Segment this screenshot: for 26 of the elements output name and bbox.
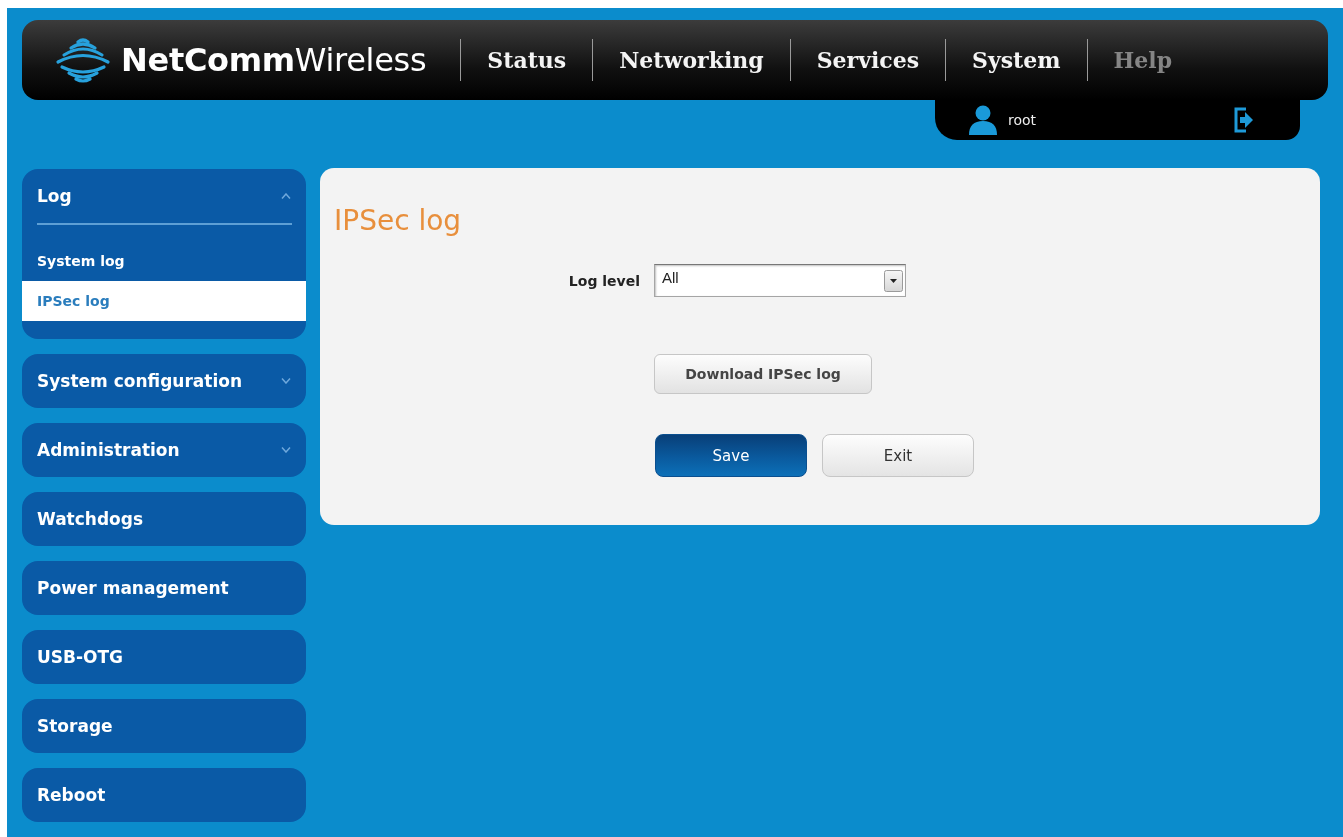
- sidebar-link[interactable]: Watchdogs: [22, 492, 306, 546]
- sidebar-group-header[interactable]: Administration: [22, 423, 306, 477]
- sidebar-group-header[interactable]: Log: [22, 169, 306, 223]
- sidebar-link[interactable]: USB-OTG: [22, 630, 306, 684]
- page-title: IPSec log: [334, 204, 463, 238]
- exit-button[interactable]: Exit: [822, 434, 974, 477]
- sidebar-link[interactable]: Reboot: [22, 768, 306, 822]
- nav-tab[interactable]: System: [946, 47, 1087, 73]
- field-label: Log level: [568, 272, 640, 289]
- save-button[interactable]: Save: [655, 434, 807, 477]
- logout-icon: [1233, 107, 1255, 133]
- nav-tab[interactable]: Status: [461, 47, 593, 73]
- username: root: [1008, 112, 1038, 128]
- download-button[interactable]: Download IPSec log: [654, 354, 872, 394]
- sidebar-link[interactable]: Power management: [22, 561, 306, 615]
- sidebar-item[interactable]: IPSec log: [22, 281, 306, 321]
- log-level-select[interactable]: All: [654, 264, 906, 297]
- nav-tab[interactable]: Networking: [593, 47, 790, 73]
- sidebar-group-header[interactable]: System configuration: [22, 354, 306, 408]
- user-icon: [968, 105, 998, 135]
- logout-button[interactable]: [1233, 107, 1255, 133]
- nav-tab[interactable]: Services: [790, 47, 946, 73]
- logo-text: NetCommWireless: [121, 41, 427, 79]
- sidebar-link[interactable]: Storage: [22, 699, 306, 753]
- sidebar-item[interactable]: System log: [22, 241, 306, 281]
- signal-waves-icon: [55, 37, 111, 83]
